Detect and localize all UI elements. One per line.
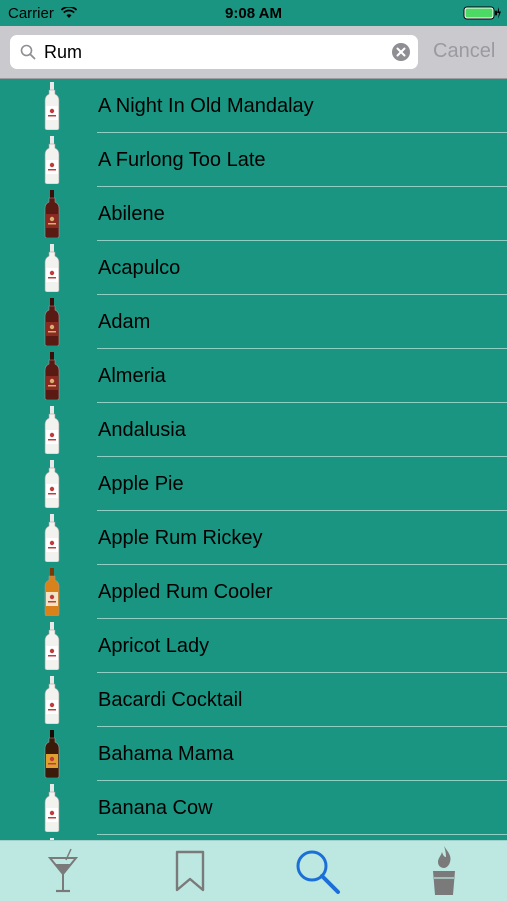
tab-cocktails[interactable] <box>0 841 126 901</box>
flaming-shot-icon <box>433 846 455 895</box>
result-list: A Night In Old Mandalay A Furlong Too Lat… <box>0 79 507 840</box>
rum-bottle-icon <box>44 622 60 670</box>
result-row[interactable]: Banana Cow <box>0 781 507 835</box>
tab-flaming-shots[interactable] <box>381 841 507 901</box>
result-row[interactable]: Bacardi Cocktail <box>0 673 507 727</box>
search-icon <box>296 850 340 894</box>
rum-bottle-icon <box>44 352 60 400</box>
result-label: Appled Rum Cooler <box>98 581 273 603</box>
result-row[interactable]: Adam <box>0 295 507 349</box>
result-row[interactable]: Andalusia <box>0 403 507 457</box>
result-row[interactable]: Apricot Lady <box>0 619 507 673</box>
result-row[interactable]: Apple Rum Rickey <box>0 511 507 565</box>
result-label: Bahama Mama <box>98 743 234 765</box>
result-label: Acapulco <box>98 257 181 279</box>
tab-bookmarks[interactable] <box>127 841 253 901</box>
cancel-button[interactable]: Cancel <box>433 40 495 63</box>
clock: 9:08 AM <box>225 5 282 22</box>
rum-bottle-icon <box>44 514 60 562</box>
rum-bottle-icon <box>44 82 60 130</box>
tab-bar <box>0 840 507 901</box>
battery-charging-icon <box>463 6 501 24</box>
result-label: A Furlong Too Late <box>98 149 266 171</box>
result-label: Almeria <box>98 365 166 387</box>
rum-bottle-icon <box>44 460 60 508</box>
result-row[interactable]: Almeria <box>0 349 507 403</box>
search-bar: Cancel <box>0 26 507 79</box>
result-label: Apricot Lady <box>98 635 210 657</box>
rum-bottle-icon <box>44 730 60 778</box>
result-label: Bacardi Cocktail <box>98 689 243 711</box>
result-row[interactable]: Apple Pie <box>0 457 507 511</box>
result-label: Banana Cow <box>98 797 213 819</box>
result-label: Andalusia <box>98 419 186 441</box>
result-row[interactable]: Acapulco <box>0 241 507 295</box>
search-field[interactable] <box>10 35 418 69</box>
result-label: Apple Rum Rickey <box>98 527 263 549</box>
bookmark-icon <box>175 850 205 892</box>
result-row[interactable]: Appled Rum Cooler <box>0 565 507 619</box>
tab-search[interactable] <box>254 841 380 901</box>
result-row[interactable]: A Night In Old Mandalay <box>0 79 507 133</box>
result-row[interactable]: A Furlong Too Late <box>0 133 507 187</box>
result-label: Apple Pie <box>98 473 184 495</box>
cocktail-glass-icon <box>47 848 79 893</box>
rum-bottle-icon <box>44 568 60 616</box>
rum-bottle-icon <box>44 190 60 238</box>
result-label: Abilene <box>98 203 165 225</box>
result-label: Adam <box>98 311 151 333</box>
clear-icon[interactable] <box>392 43 410 66</box>
search-icon <box>20 44 36 65</box>
result-label: A Night In Old Mandalay <box>98 95 314 117</box>
search-input[interactable] <box>44 39 384 65</box>
rum-bottle-icon <box>44 298 60 346</box>
rum-bottle-icon <box>44 406 60 454</box>
rum-bottle-icon <box>44 244 60 292</box>
rum-bottle-icon <box>44 676 60 724</box>
rum-bottle-icon <box>44 136 60 184</box>
result-row[interactable]: Abilene <box>0 187 507 241</box>
result-row[interactable]: Bahama Mama <box>0 727 507 781</box>
rum-bottle-icon <box>44 784 60 832</box>
status-bar: Carrier 9:08 AM <box>0 0 507 26</box>
